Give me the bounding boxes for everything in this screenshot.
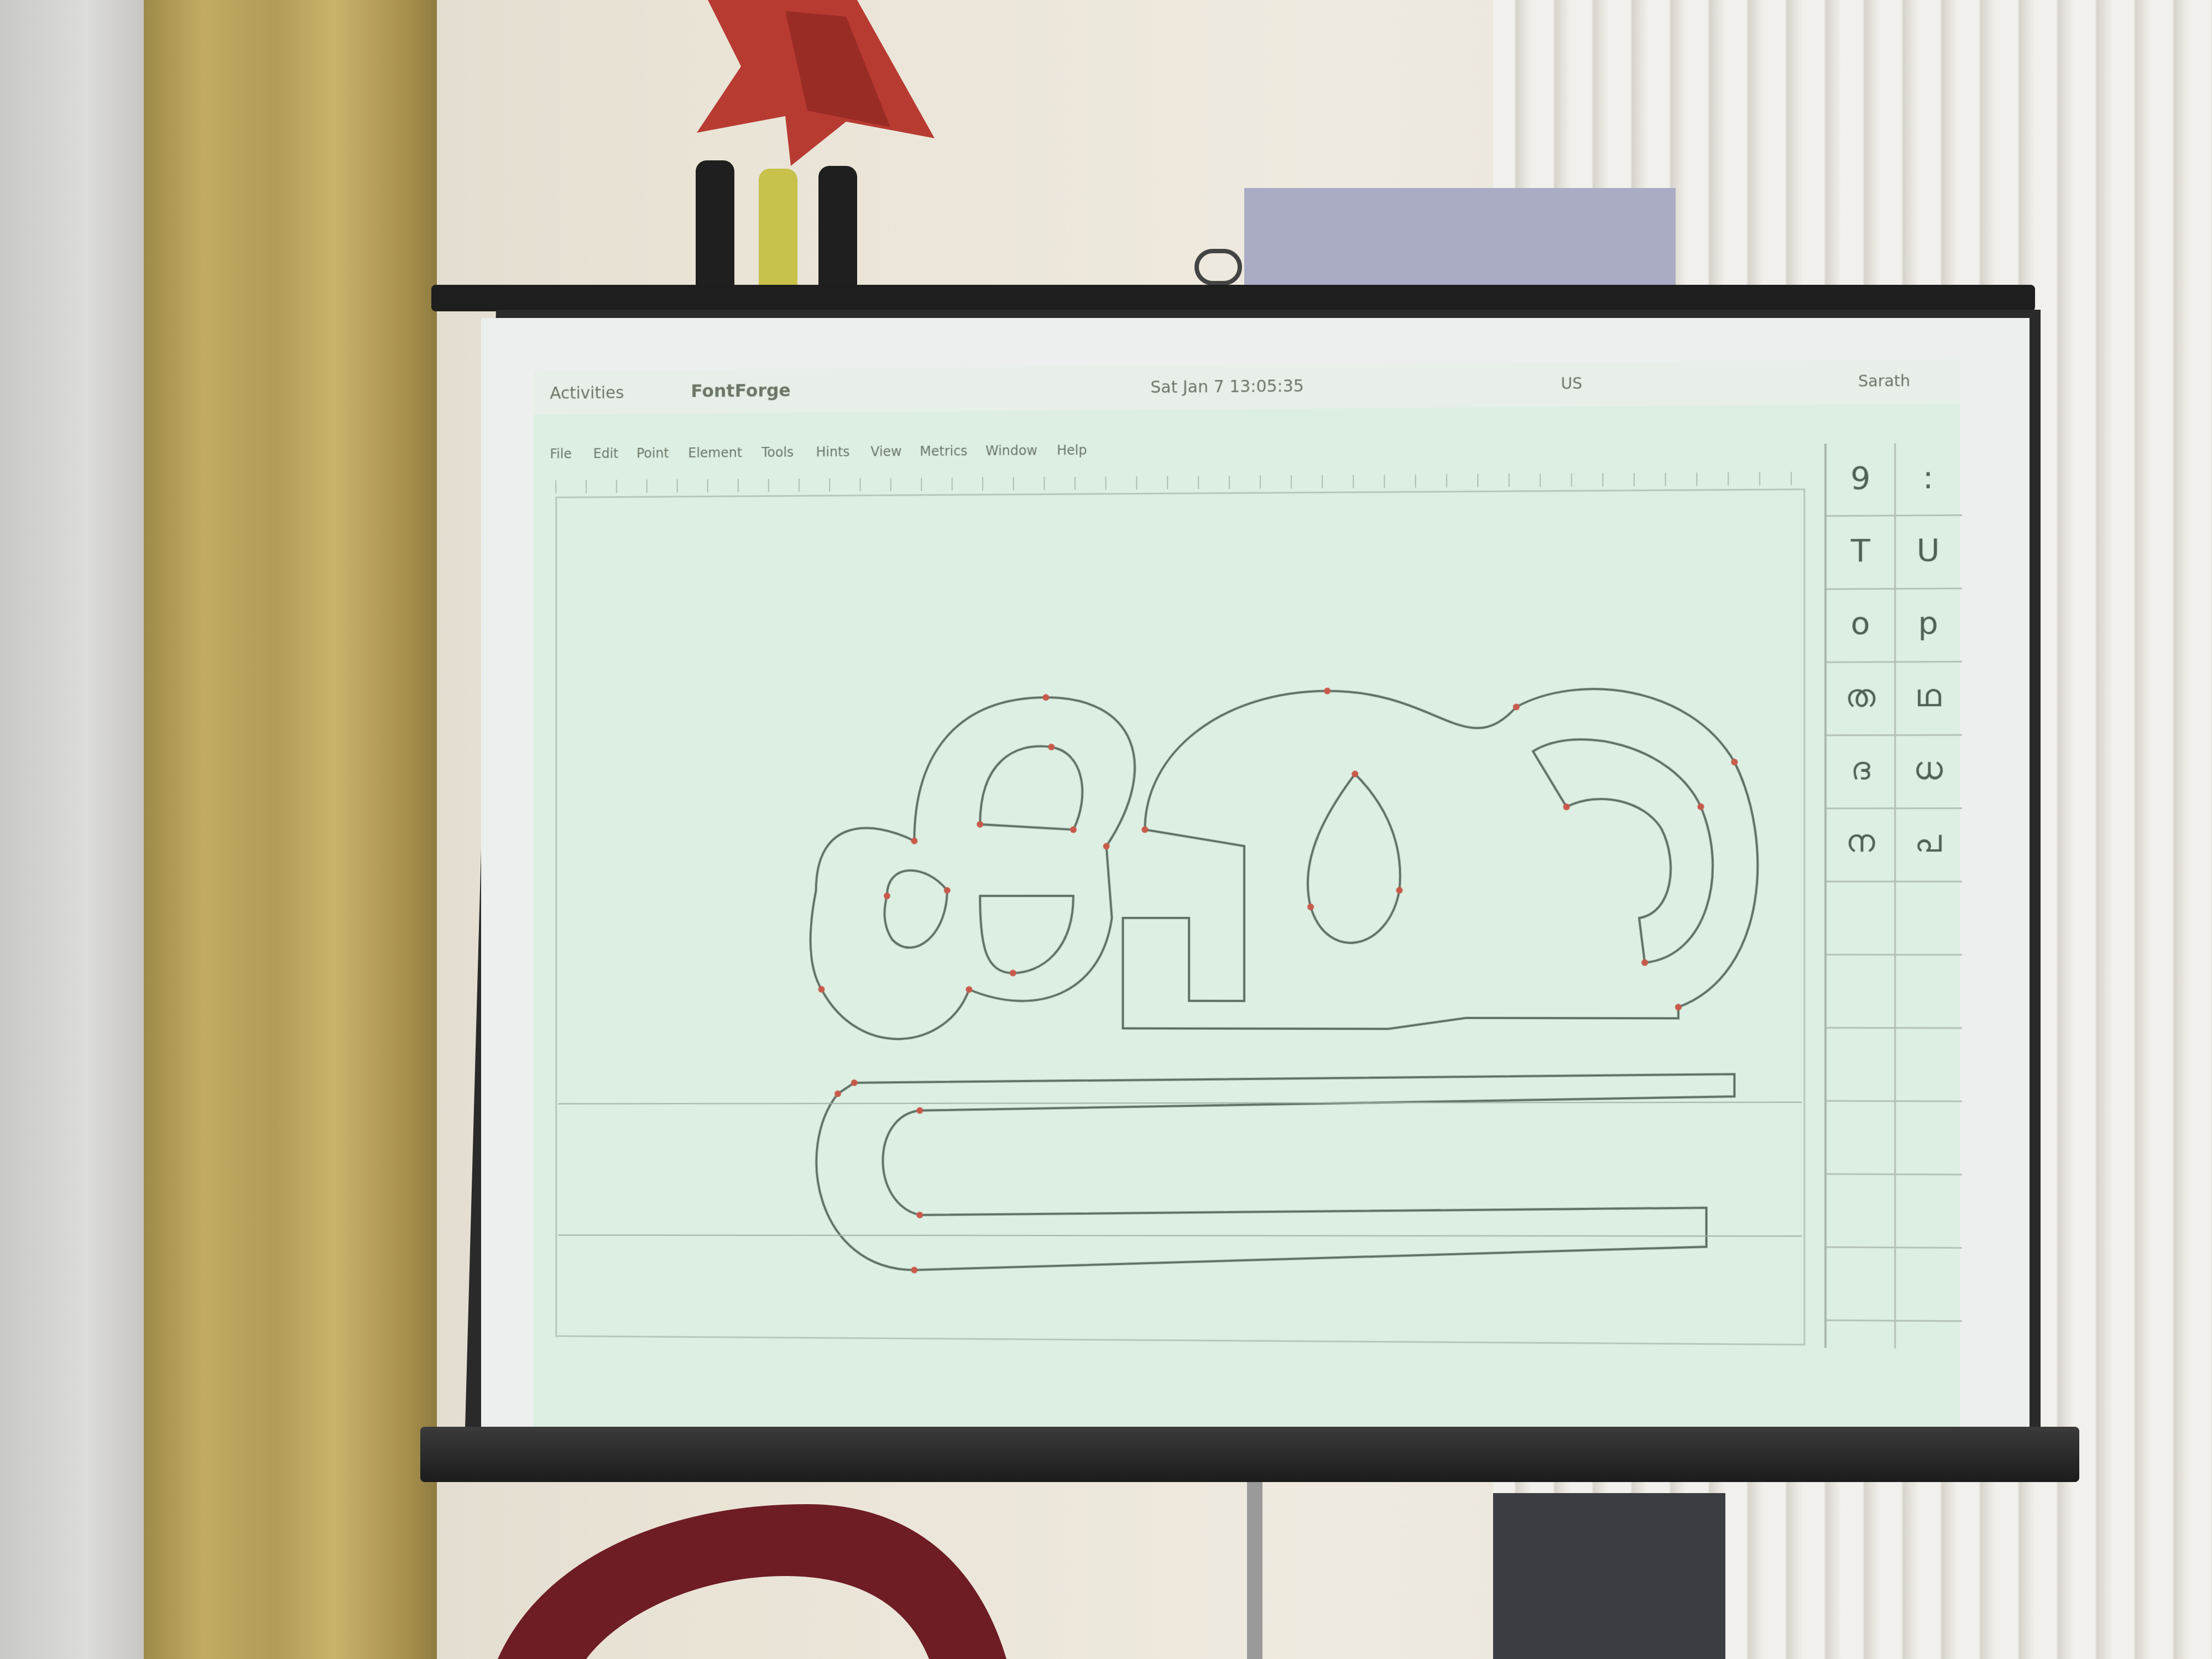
- glyph-cell[interactable]: o: [1827, 605, 1894, 642]
- glyph-cell[interactable]: ദ: [1827, 750, 1894, 787]
- glyph-cell[interactable]: പ: [1894, 823, 1962, 860]
- screen-top-bar: [431, 285, 2035, 311]
- yellow-curtain: [144, 0, 437, 1659]
- glyph-cell[interactable]: ധ: [1894, 750, 1962, 787]
- left-wall-edge: [0, 0, 144, 1659]
- glyph-panel: 9 : T U o p ത ഥ ദ ധ ന പ: [1824, 442, 1962, 1349]
- dark-box: [1493, 1493, 1725, 1659]
- screen-hook: [1194, 249, 1242, 285]
- glyph-cell[interactable]: U: [1894, 532, 1962, 569]
- glyph-cell[interactable]: 9: [1827, 460, 1894, 497]
- black-roll-left: [696, 160, 734, 301]
- glyph-cell[interactable]: p: [1894, 605, 1962, 641]
- screen-bottom-bar: [420, 1427, 2079, 1482]
- glyph-cell[interactable]: ത: [1827, 678, 1894, 715]
- glyph-outline[interactable]: [534, 359, 1960, 1449]
- glyph-cell[interactable]: ഥ: [1894, 677, 1962, 714]
- black-roll-right: [818, 166, 857, 301]
- yellow-roll: [759, 169, 797, 301]
- projected-desktop: Activities FontForge Sat Jan 7 13:05:35 …: [534, 358, 1962, 1450]
- red-object: [498, 1504, 1006, 1659]
- glyph-cell[interactable]: ന: [1827, 823, 1894, 860]
- stand-pole: [1247, 1482, 1262, 1659]
- glyph-cell[interactable]: T: [1827, 533, 1894, 569]
- glyph-cell[interactable]: :: [1894, 460, 1962, 497]
- red-star-decoration: [697, 0, 935, 166]
